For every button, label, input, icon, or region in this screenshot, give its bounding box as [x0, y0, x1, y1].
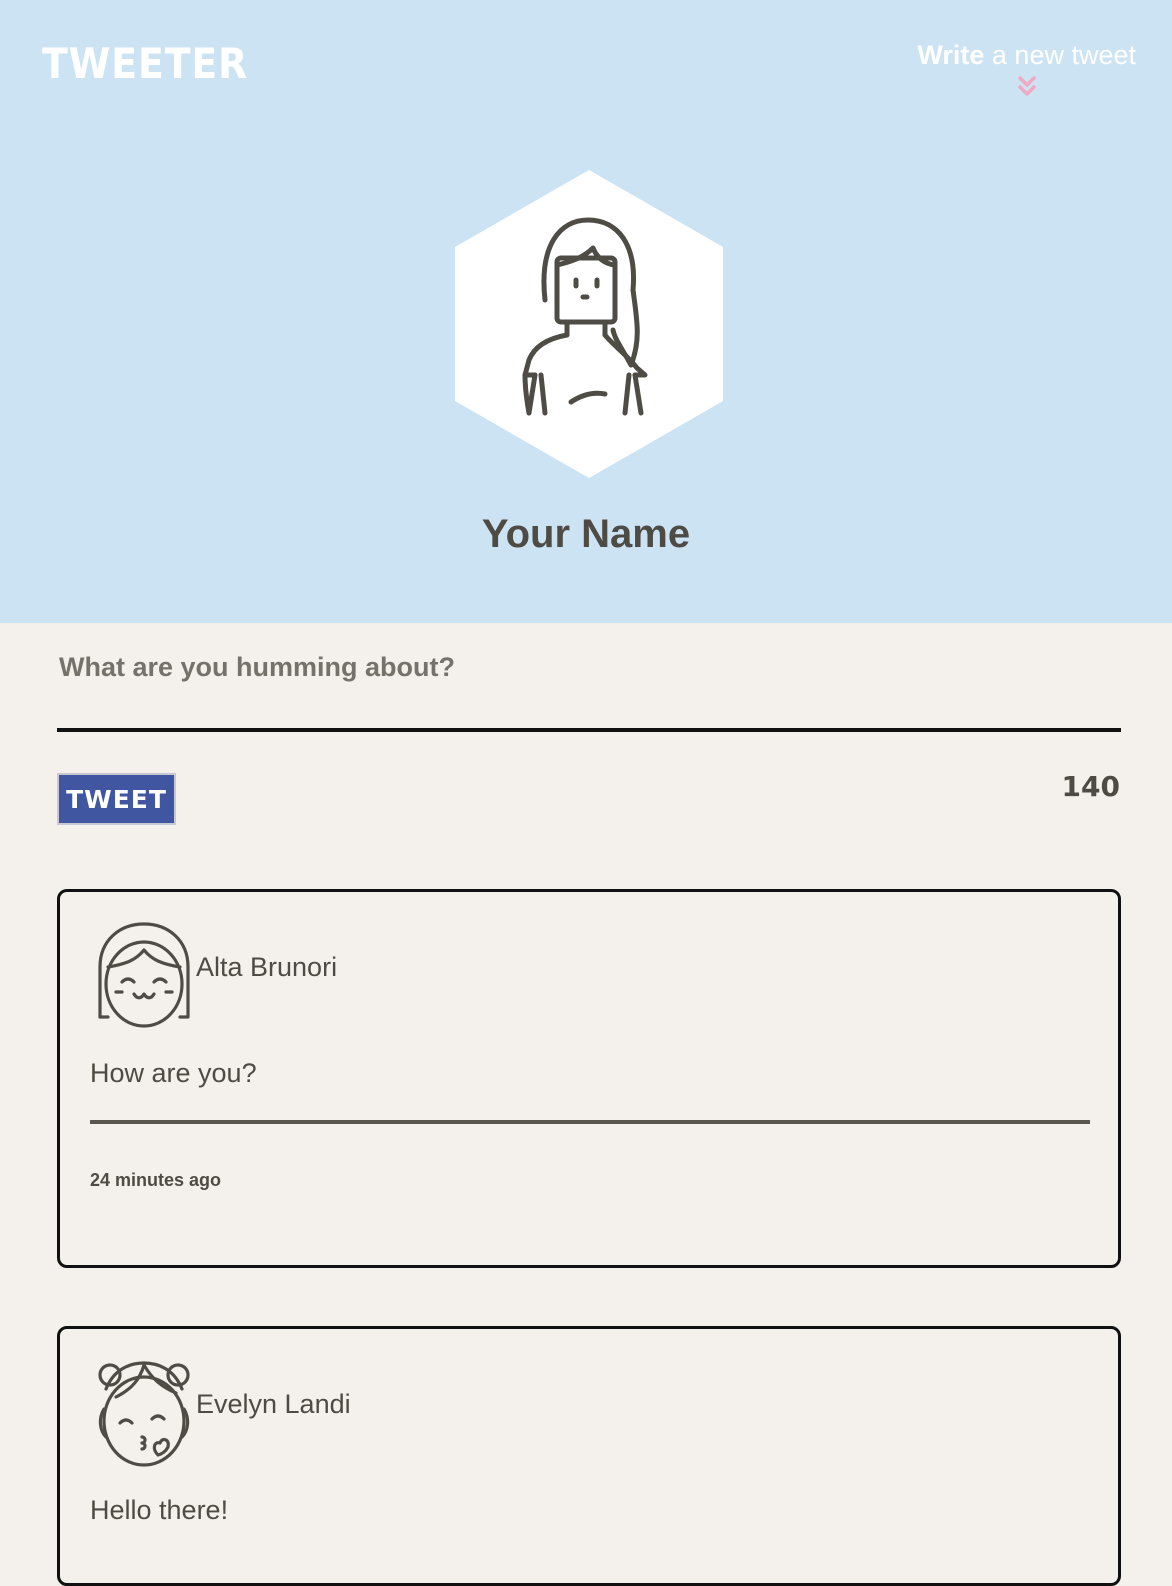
write-new-tweet-toggle[interactable]: Write a new tweet — [917, 40, 1136, 99]
tweet-timestamp: 24 minutes ago — [90, 1170, 222, 1190]
tweet-button[interactable]: TWEET — [57, 773, 176, 825]
site-logo[interactable]: TWEETER — [42, 38, 248, 90]
write-label: Write — [917, 40, 985, 70]
girl-kiss-avatar-icon — [98, 1361, 190, 1467]
profile-avatar — [455, 170, 723, 478]
girl-smiling-avatar-icon — [98, 922, 190, 1028]
tweet-divider — [90, 1120, 1090, 1124]
tweet-card: Alta Brunori How are you? 24 minutes ago — [57, 889, 1121, 1268]
tweet-author[interactable]: Alta Brunori — [196, 952, 337, 983]
double-chevron-down-icon[interactable] — [1017, 75, 1037, 99]
tweet-content: How are you? — [90, 1058, 257, 1088]
tweet-content: Hello there! — [90, 1495, 229, 1525]
tweet-author[interactable]: Evelyn Landi — [196, 1389, 351, 1420]
profile-header: TWEETER Write a new tweet Your Name — [0, 0, 1172, 623]
new-tweet-label: a new tweet — [984, 40, 1136, 70]
profile-name: Your Name — [481, 512, 691, 556]
character-counter: 140 — [1061, 770, 1120, 803]
tweet-compose-input[interactable] — [57, 640, 1121, 732]
tweet-card: Evelyn Landi Hello there! — [57, 1326, 1121, 1586]
